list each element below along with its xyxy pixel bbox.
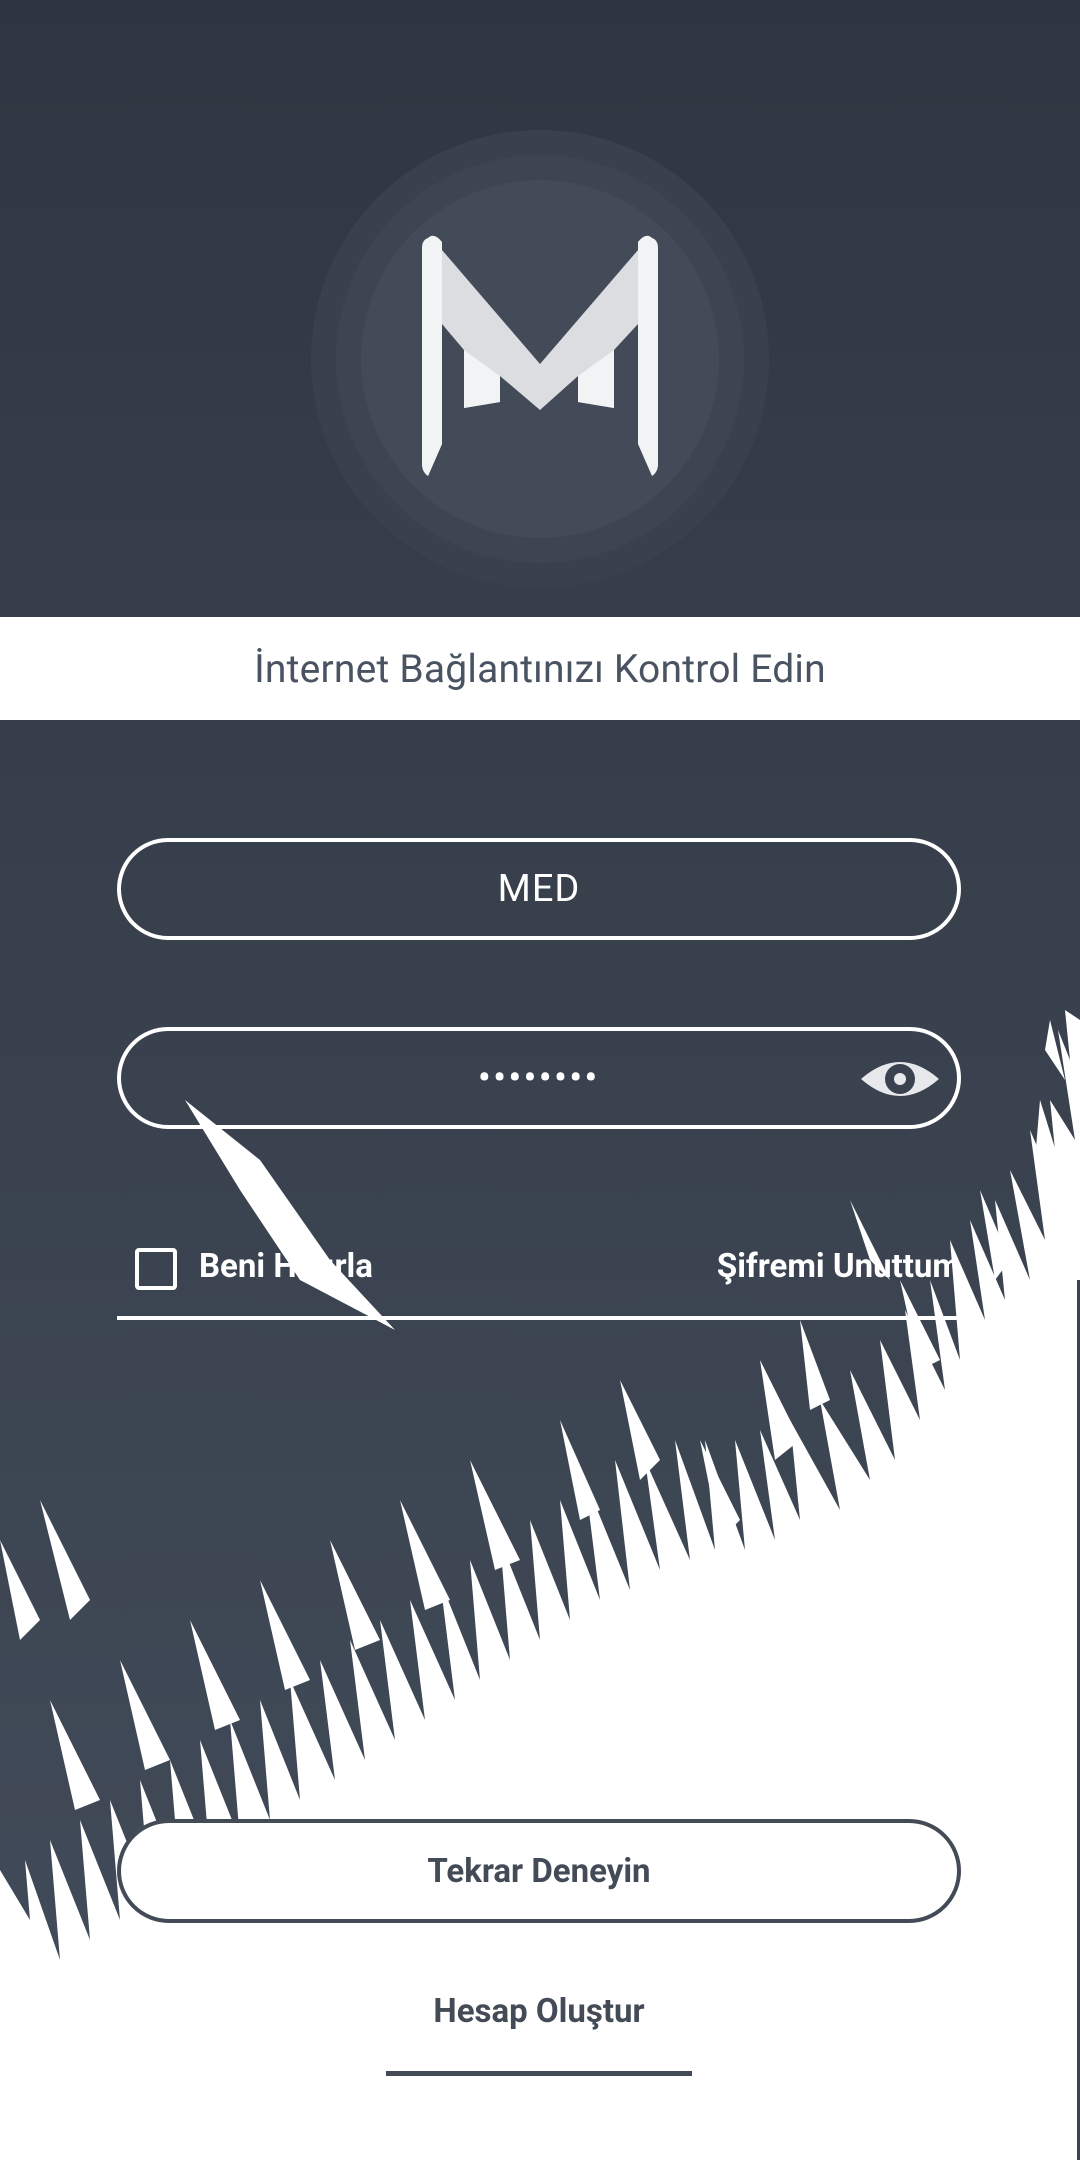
- password-value: ••••••••: [478, 1058, 600, 1098]
- m-logo-icon: [422, 235, 658, 476]
- connection-warning: İnternet Bağlantınızı Kontrol Edin: [0, 617, 1080, 720]
- username-field[interactable]: MED: [117, 838, 961, 940]
- remember-label[interactable]: Beni Hatırla: [199, 1247, 373, 1286]
- login-screen: İnternet Bağlantınızı Kontrol Edin MED •…: [0, 0, 1080, 2160]
- create-account-link[interactable]: Hesap Oluştur: [386, 1992, 692, 2076]
- forgot-password-link[interactable]: Şifremi Unuttum: [717, 1247, 961, 1286]
- remember-checkbox[interactable]: [135, 1248, 177, 1290]
- create-account-underline: [386, 2071, 692, 2076]
- create-account-label: Hesap Oluştur: [433, 1992, 645, 2031]
- username-value: MED: [497, 867, 581, 911]
- retry-button-label: Tekrar Deneyin: [427, 1851, 651, 1891]
- divider: [117, 1316, 961, 1320]
- eye-icon[interactable]: [859, 1049, 941, 1109]
- header: [0, 0, 1080, 617]
- retry-button[interactable]: Tekrar Deneyin: [117, 1819, 961, 1923]
- password-field[interactable]: ••••••••: [117, 1027, 961, 1129]
- remember-row: Beni Hatırla Şifremi Unuttum: [117, 1240, 961, 1320]
